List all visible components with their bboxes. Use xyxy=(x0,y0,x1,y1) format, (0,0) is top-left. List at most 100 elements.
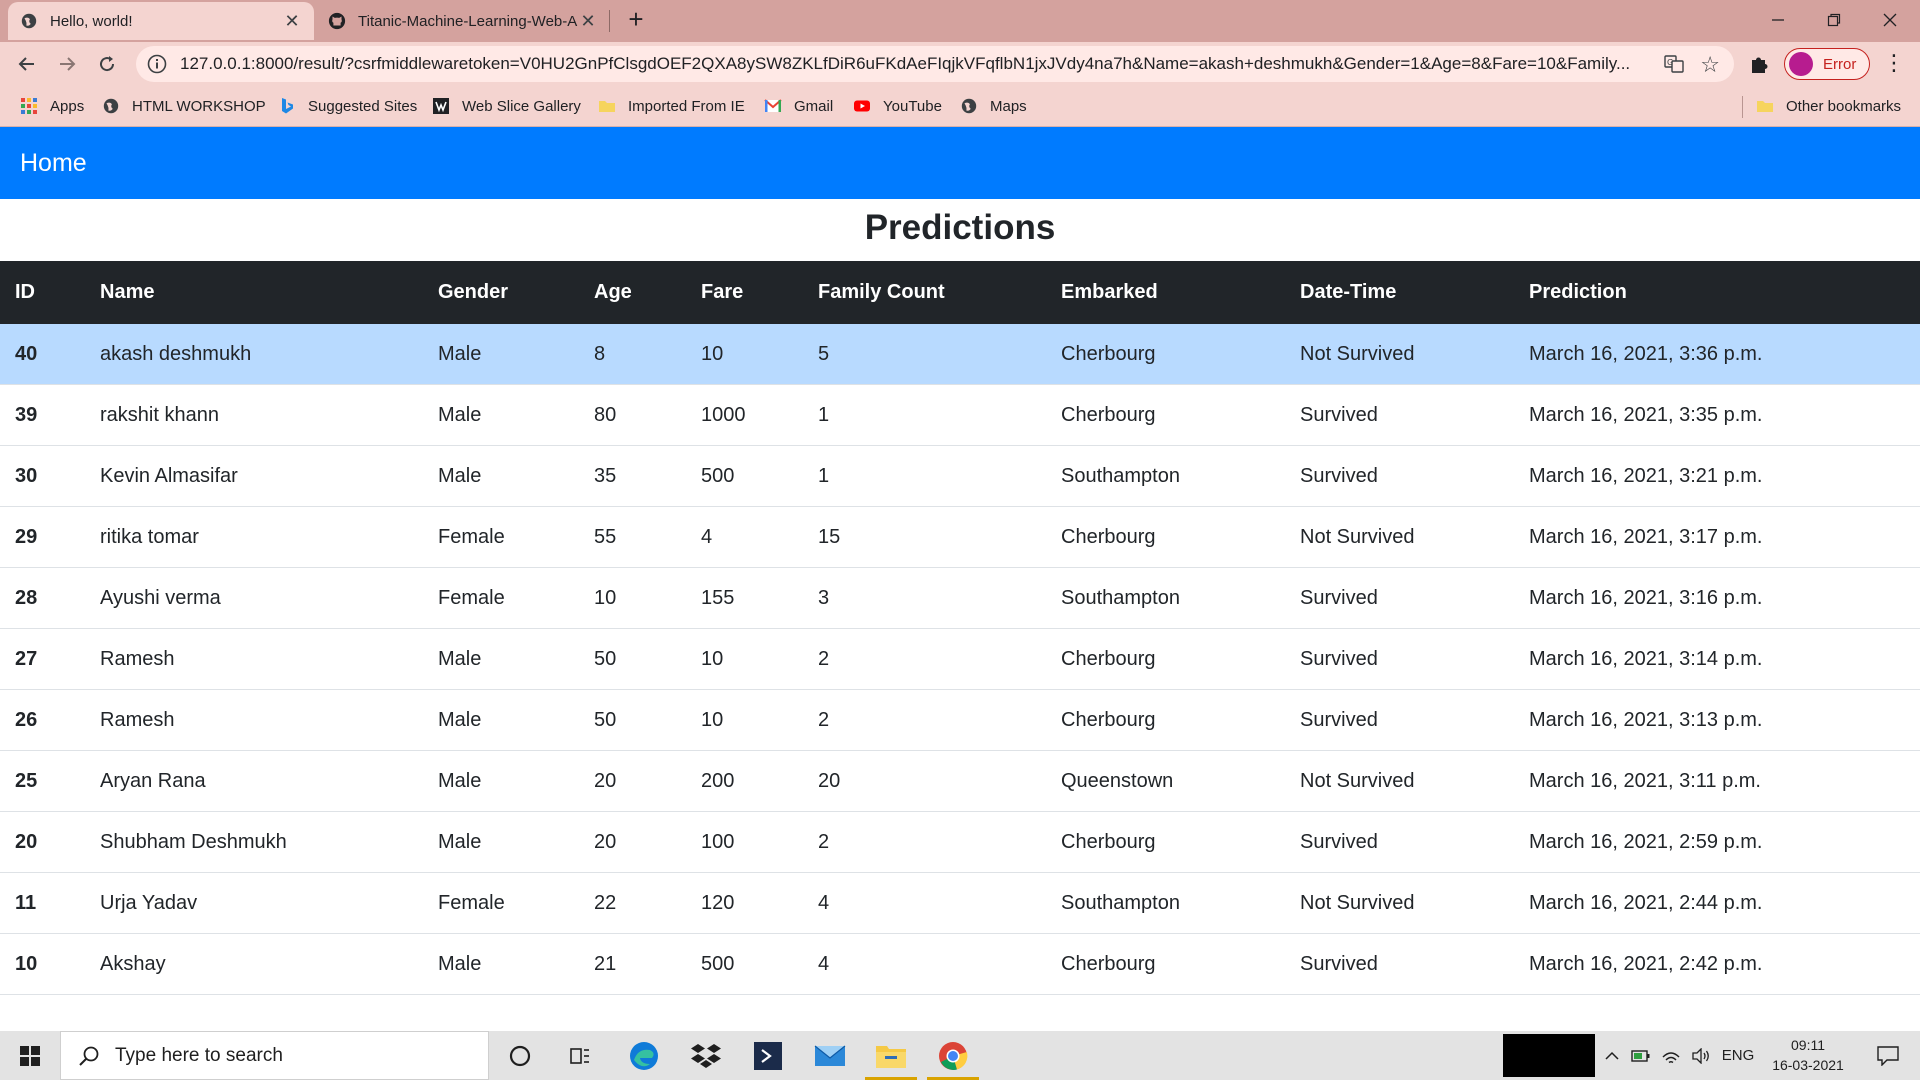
table-header: ID Name Gender Age Fare Family Count Emb… xyxy=(0,261,1920,324)
back-arrow-icon[interactable] xyxy=(12,49,42,79)
bookmark-gmail[interactable]: Gmail xyxy=(764,94,833,118)
bookmark-youtube[interactable]: YouTube xyxy=(853,94,942,118)
bookmark-html-workshop[interactable]: HTML WORKSHOP xyxy=(102,94,266,118)
cell-name: akash deshmukh xyxy=(100,342,252,365)
cell-date-time: Survived xyxy=(1300,464,1378,487)
close-window-icon[interactable] xyxy=(1862,0,1918,40)
bookmark-apps[interactable]: Apps xyxy=(20,94,84,118)
tab-close-icon[interactable]: ✕ xyxy=(282,11,302,32)
globe-icon xyxy=(103,98,119,114)
action-center-notification-icon[interactable] xyxy=(1864,1031,1912,1080)
forward-arrow-icon[interactable] xyxy=(52,49,82,79)
show-hidden-icons-chevron-icon[interactable] xyxy=(1600,1031,1624,1080)
cell-id: 11 xyxy=(15,891,37,914)
cell-id: 25 xyxy=(15,769,38,792)
cell-gender: Female xyxy=(438,525,505,548)
cell-date-time: Not Survived xyxy=(1300,769,1415,792)
cell-name: Ramesh xyxy=(100,647,175,670)
bookmark-web-slice-gallery[interactable]: Web Slice Gallery xyxy=(432,94,581,118)
battery-icon[interactable] xyxy=(1628,1031,1654,1080)
taskbar-clock[interactable]: 09:11 16-03-2021 xyxy=(1762,1035,1854,1075)
table-row: 28 Ayushi verma Female 10 155 3 Southampton Sur… xyxy=(0,568,1920,629)
tab-hello-world[interactable]: Hello, world! ✕ xyxy=(8,2,314,40)
chrome-icon[interactable] xyxy=(923,1031,983,1080)
column-header-family-count: Family Count xyxy=(818,281,945,303)
bookmark-suggested-sites[interactable]: Suggested Sites xyxy=(278,94,417,118)
cell-name: ritika tomar xyxy=(100,525,199,548)
file-explorer-icon[interactable] xyxy=(861,1031,921,1080)
cell-prediction: March 16, 2021, 3:21 p.m. xyxy=(1529,464,1763,487)
powershell-icon[interactable] xyxy=(738,1031,798,1080)
address-bar[interactable]: 127.0.0.1:8000/result/?csrfmiddlewaretok… xyxy=(136,46,1734,82)
cell-date-time: Survived xyxy=(1300,708,1378,731)
bookmark-star-icon[interactable]: ☆ xyxy=(1700,52,1720,78)
cell-gender: Male xyxy=(438,464,482,487)
edge-browser-icon[interactable] xyxy=(614,1031,674,1080)
cell-family-count: 20 xyxy=(818,769,841,792)
new-tab-icon[interactable]: + xyxy=(622,6,650,34)
tab-close-icon[interactable]: ✕ xyxy=(578,11,598,32)
windows-taskbar: Type here to search ENG 09:11 16-03-2021 xyxy=(0,1031,1920,1080)
cell-family-count: 15 xyxy=(818,525,841,548)
cell-date-time: Not Survived xyxy=(1300,891,1415,914)
extensions-puzzle-icon[interactable] xyxy=(1748,52,1772,76)
cell-name: Urja Yadav xyxy=(100,891,198,914)
input-language-indicator[interactable]: ENG xyxy=(1718,1031,1758,1080)
bookmark-label: Imported From IE xyxy=(628,97,745,115)
bookmark-separator xyxy=(1742,96,1743,118)
minimize-icon[interactable] xyxy=(1750,0,1806,40)
table-row: 29 ritika tomar Female 55 4 15 Cherbourg Not Su… xyxy=(0,507,1920,568)
web-slice-icon xyxy=(433,98,449,114)
profile-error-button[interactable]: Error xyxy=(1784,48,1870,80)
wifi-icon[interactable] xyxy=(1658,1031,1684,1080)
windows-start-icon[interactable] xyxy=(0,1031,60,1080)
cell-fare: 500 xyxy=(701,952,735,975)
mail-icon[interactable] xyxy=(800,1031,860,1080)
bookmark-label: YouTube xyxy=(883,97,942,115)
bookmark-imported-from-ie[interactable]: Imported From IE xyxy=(598,94,745,118)
cell-name: Ramesh xyxy=(100,708,175,731)
apps-grid-icon xyxy=(21,98,37,114)
github-icon xyxy=(328,12,346,30)
home-link[interactable]: Home xyxy=(20,149,87,178)
profile-label: Error xyxy=(1823,55,1857,73)
table-row: 10 Akshay Male 21 500 4 Cherbourg Survived March… xyxy=(0,934,1920,995)
cell-embarked: Southampton xyxy=(1061,891,1180,914)
dropbox-icon[interactable] xyxy=(676,1031,736,1080)
column-header-embarked: Embarked xyxy=(1061,281,1158,303)
tab-titanic-github[interactable]: Titanic-Machine-Learning-Web-A ✕ xyxy=(316,2,610,40)
cell-prediction: March 16, 2021, 3:11 p.m. xyxy=(1529,769,1761,792)
cell-id: 29 xyxy=(15,525,38,548)
cell-gender: Male xyxy=(438,403,482,426)
translate-icon[interactable]: G xyxy=(1664,54,1684,74)
column-header-name: Name xyxy=(100,281,155,303)
cell-date-time: Survived xyxy=(1300,830,1378,853)
cell-name: Aryan Rana xyxy=(100,769,206,792)
cell-family-count: 1 xyxy=(818,464,830,487)
bookmark-label: Gmail xyxy=(794,97,834,115)
cell-prediction: March 16, 2021, 2:42 p.m. xyxy=(1529,952,1763,975)
cell-prediction: March 16, 2021, 3:16 p.m. xyxy=(1529,586,1763,609)
taskbar-search-box[interactable]: Type here to search xyxy=(60,1031,489,1080)
svg-text:G: G xyxy=(1667,58,1673,67)
task-view-icon[interactable] xyxy=(550,1031,610,1080)
bookmark-maps[interactable]: Maps xyxy=(960,94,1027,118)
reload-icon[interactable] xyxy=(92,49,122,79)
cortana-icon[interactable] xyxy=(490,1031,550,1080)
browser-menu-icon[interactable]: ⋮ xyxy=(1882,51,1906,77)
volume-icon[interactable] xyxy=(1688,1031,1714,1080)
cell-gender: Male xyxy=(438,708,482,731)
folder-icon xyxy=(599,101,615,112)
column-header-prediction: Prediction xyxy=(1529,281,1627,303)
bookmark-other-bookmarks[interactable]: Other bookmarks xyxy=(1756,94,1901,118)
restore-icon[interactable] xyxy=(1806,0,1862,40)
cell-age: 10 xyxy=(594,586,617,609)
cell-fare: 10 xyxy=(701,342,724,365)
clock-time: 09:11 xyxy=(1791,1037,1825,1053)
bookmark-label: Web Slice Gallery xyxy=(462,97,581,115)
cell-family-count: 5 xyxy=(818,342,830,365)
url-text[interactable]: 127.0.0.1:8000/result/?csrfmiddlewaretok… xyxy=(180,54,1640,74)
site-info-icon[interactable] xyxy=(146,53,168,75)
cell-date-time: Survived xyxy=(1300,586,1378,609)
table-body: 40 akash deshmukh Male 8 10 5 Cherbourg Not Sur… xyxy=(0,324,1920,995)
